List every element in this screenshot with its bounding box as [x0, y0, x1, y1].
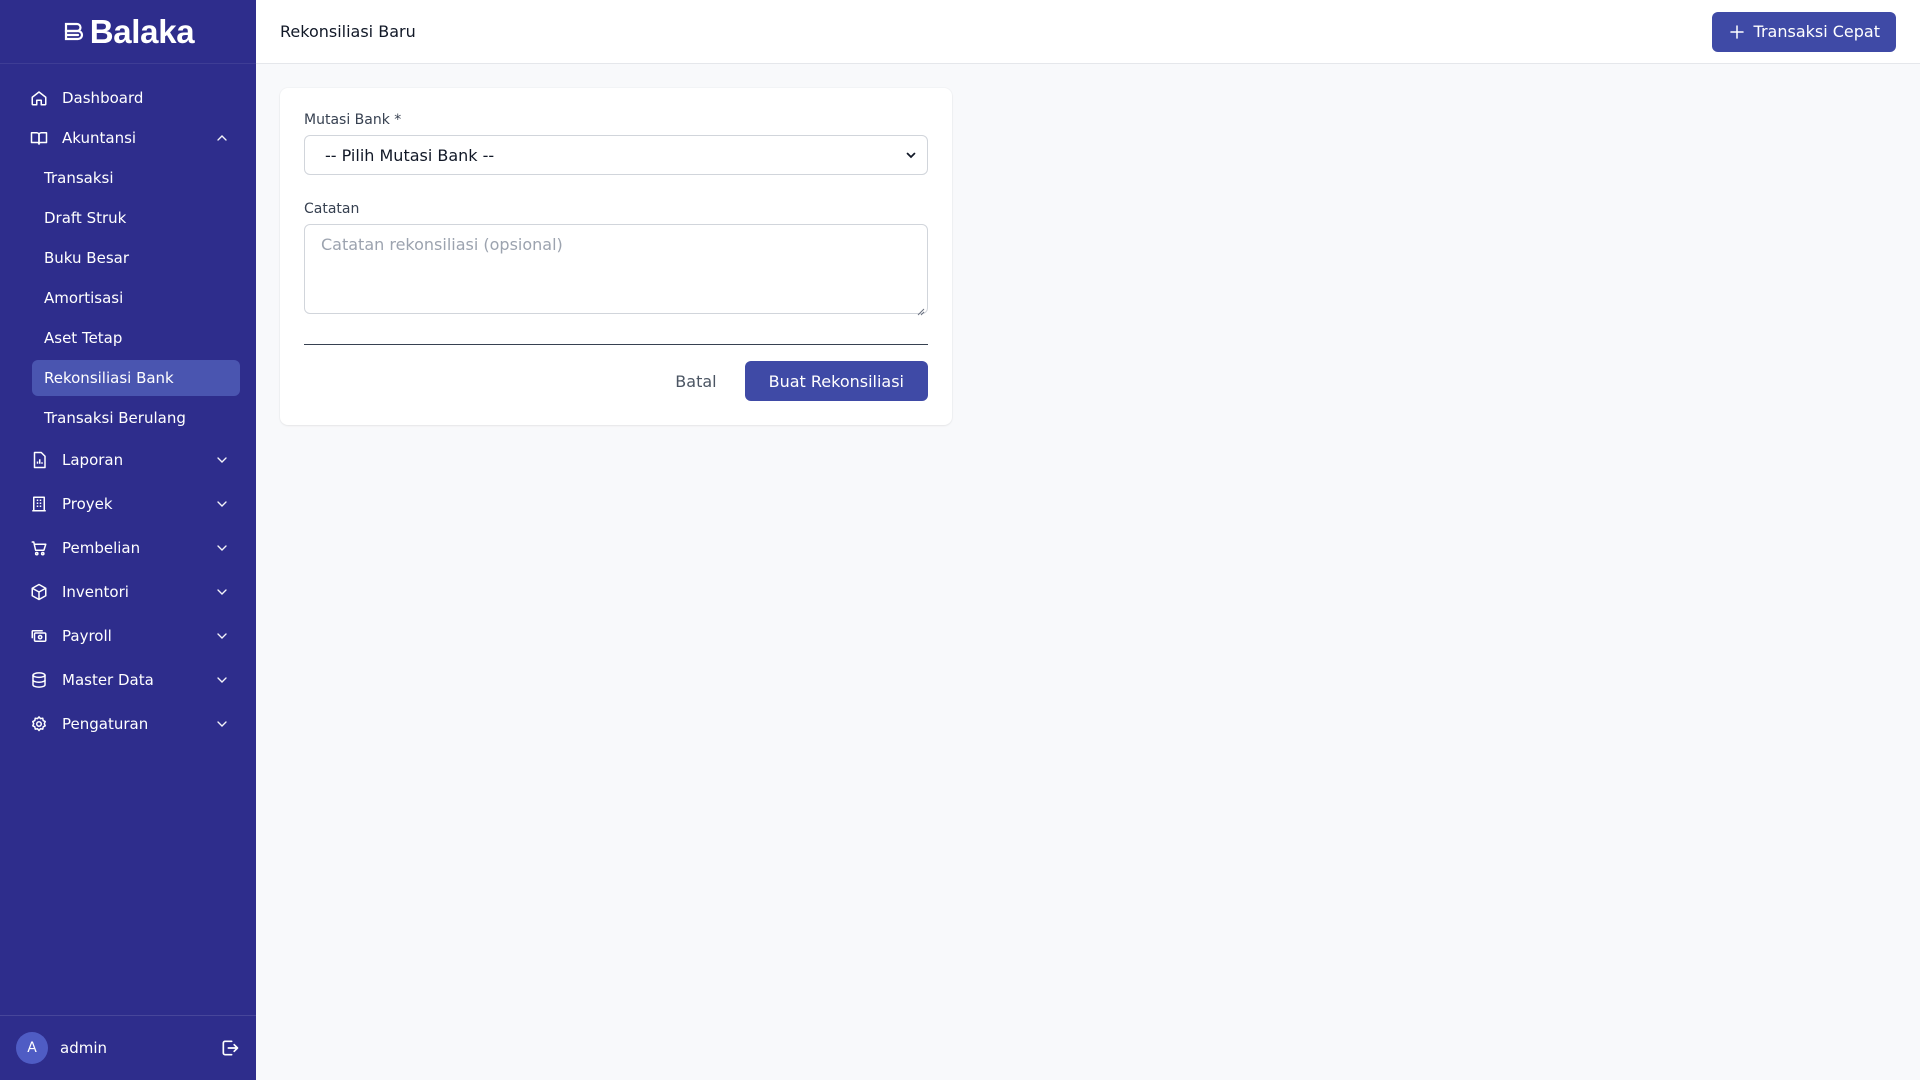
logout-icon[interactable] [220, 1038, 240, 1058]
sidebar-item-label: Dashboard [62, 89, 144, 107]
mutasi-bank-select[interactable]: -- Pilih Mutasi Bank -- [304, 135, 928, 175]
brand[interactable]: Balaka [0, 0, 256, 64]
sidebar-item-label: Laporan [62, 451, 124, 469]
sidebar-subitem-aset-tetap[interactable]: Aset Tetap [32, 318, 240, 358]
home-icon [30, 89, 48, 107]
form-actions: Batal Buat Rekonsiliasi [675, 361, 928, 401]
cancel-button[interactable]: Batal [675, 372, 716, 391]
mutasi-bank-selected: -- Pilih Mutasi Bank -- [325, 145, 495, 165]
sidebar-item-label: Payroll [62, 627, 112, 645]
catatan-textarea[interactable]: Catatan rekonsiliasi (opsional) [304, 224, 928, 316]
sidebar-subitem-amortisasi[interactable]: Amortisasi [32, 278, 240, 318]
sidebar-subitem-buku-besar[interactable]: Buku Besar [32, 238, 240, 278]
chevron-down-icon [905, 149, 917, 161]
money-icon [30, 627, 48, 645]
sidebar-subitem-label: Buku Besar [44, 249, 129, 267]
brand-name: Balaka [89, 12, 195, 50]
database-icon [30, 671, 48, 689]
cart-icon [30, 539, 48, 557]
catatan-label: Catatan [304, 201, 360, 217]
sidebar-item-label: Master Data [62, 671, 154, 689]
sidebar-item-label: Inventori [62, 583, 129, 601]
sidebar-subitem-label: Aset Tetap [44, 329, 123, 347]
user-name: admin [60, 1039, 107, 1057]
sidebar-subitem-draft-struk[interactable]: Draft Struk [32, 198, 240, 238]
sidebar-item-label: Akuntansi [62, 129, 137, 147]
chevron-up-icon [214, 130, 230, 146]
chevron-down-icon [214, 672, 230, 688]
quick-transaction-label: Transaksi Cepat [1753, 22, 1880, 41]
sidebar-item-master-data[interactable]: Master Data [0, 658, 256, 702]
sidebar-item-akuntansi[interactable]: Akuntansi [0, 118, 256, 158]
chevron-down-icon [214, 716, 230, 732]
chevron-down-icon [214, 584, 230, 600]
sidebar-subitem-label: Rekonsiliasi Bank [44, 369, 174, 387]
report-icon [30, 451, 48, 469]
sidebar-item-label: Proyek [62, 495, 113, 513]
sidebar-subitem-label: Transaksi [44, 169, 114, 187]
catatan-placeholder: Catatan rekonsiliasi (opsional) [321, 235, 563, 254]
mutasi-bank-label: Mutasi Bank * [304, 112, 402, 128]
create-reconciliation-button[interactable]: Buat Rekonsiliasi [744, 361, 928, 401]
sidebar-subitem-label: Transaksi Berulang [44, 409, 186, 427]
sidebar-item-proyek[interactable]: Proyek [0, 482, 256, 526]
sidebar-footer: A admin [0, 1015, 256, 1080]
sidebar-item-payroll[interactable]: Payroll [0, 614, 256, 658]
sidebar-subitem-label: Draft Struk [44, 209, 127, 227]
sidebar-subitem-label: Amortisasi [44, 289, 124, 307]
building-icon [30, 495, 48, 513]
stacked-lines-logo-icon [62, 20, 86, 44]
sidebar-item-pengaturan[interactable]: Pengaturan [0, 702, 256, 746]
sidebar-subitem-transaksi-berulang[interactable]: Transaksi Berulang [32, 398, 240, 438]
box-icon [30, 583, 48, 601]
sidebar-subitem-transaksi[interactable]: Transaksi [32, 158, 240, 198]
book-icon [30, 129, 48, 147]
plus-icon [1728, 23, 1746, 41]
sidebar-item-laporan[interactable]: Laporan [0, 438, 256, 482]
chevron-down-icon [214, 452, 230, 468]
sidebar-item-label: Pembelian [62, 539, 141, 557]
gear-icon [30, 715, 48, 733]
chevron-down-icon [214, 628, 230, 644]
reconciliation-form-card: Mutasi Bank * -- Pilih Mutasi Bank -- Ca… [280, 88, 952, 425]
sidebar-item-dashboard[interactable]: Dashboard [0, 78, 256, 118]
sidebar-item-label: Pengaturan [62, 715, 149, 733]
form-divider [304, 344, 928, 345]
top-header: Rekonsiliasi Baru Transaksi Cepat [256, 0, 1920, 64]
chevron-down-icon [214, 496, 230, 512]
quick-transaction-button[interactable]: Transaksi Cepat [1711, 11, 1896, 52]
sidebar-subitem-rekonsiliasi-bank[interactable]: Rekonsiliasi Bank [32, 360, 240, 396]
avatar[interactable]: A [16, 1032, 48, 1064]
page-title: Rekonsiliasi Baru [280, 22, 416, 41]
sidebar-nav: Dashboard Akuntansi Transaksi Draft Stru… [0, 64, 256, 746]
sidebar: Balaka Dashboard Akuntansi Transaksi Dra… [0, 0, 256, 1080]
sidebar-item-pembelian[interactable]: Pembelian [0, 526, 256, 570]
sidebar-item-inventori[interactable]: Inventori [0, 570, 256, 614]
resize-grip-icon[interactable] [915, 301, 925, 316]
chevron-down-icon [214, 540, 230, 556]
